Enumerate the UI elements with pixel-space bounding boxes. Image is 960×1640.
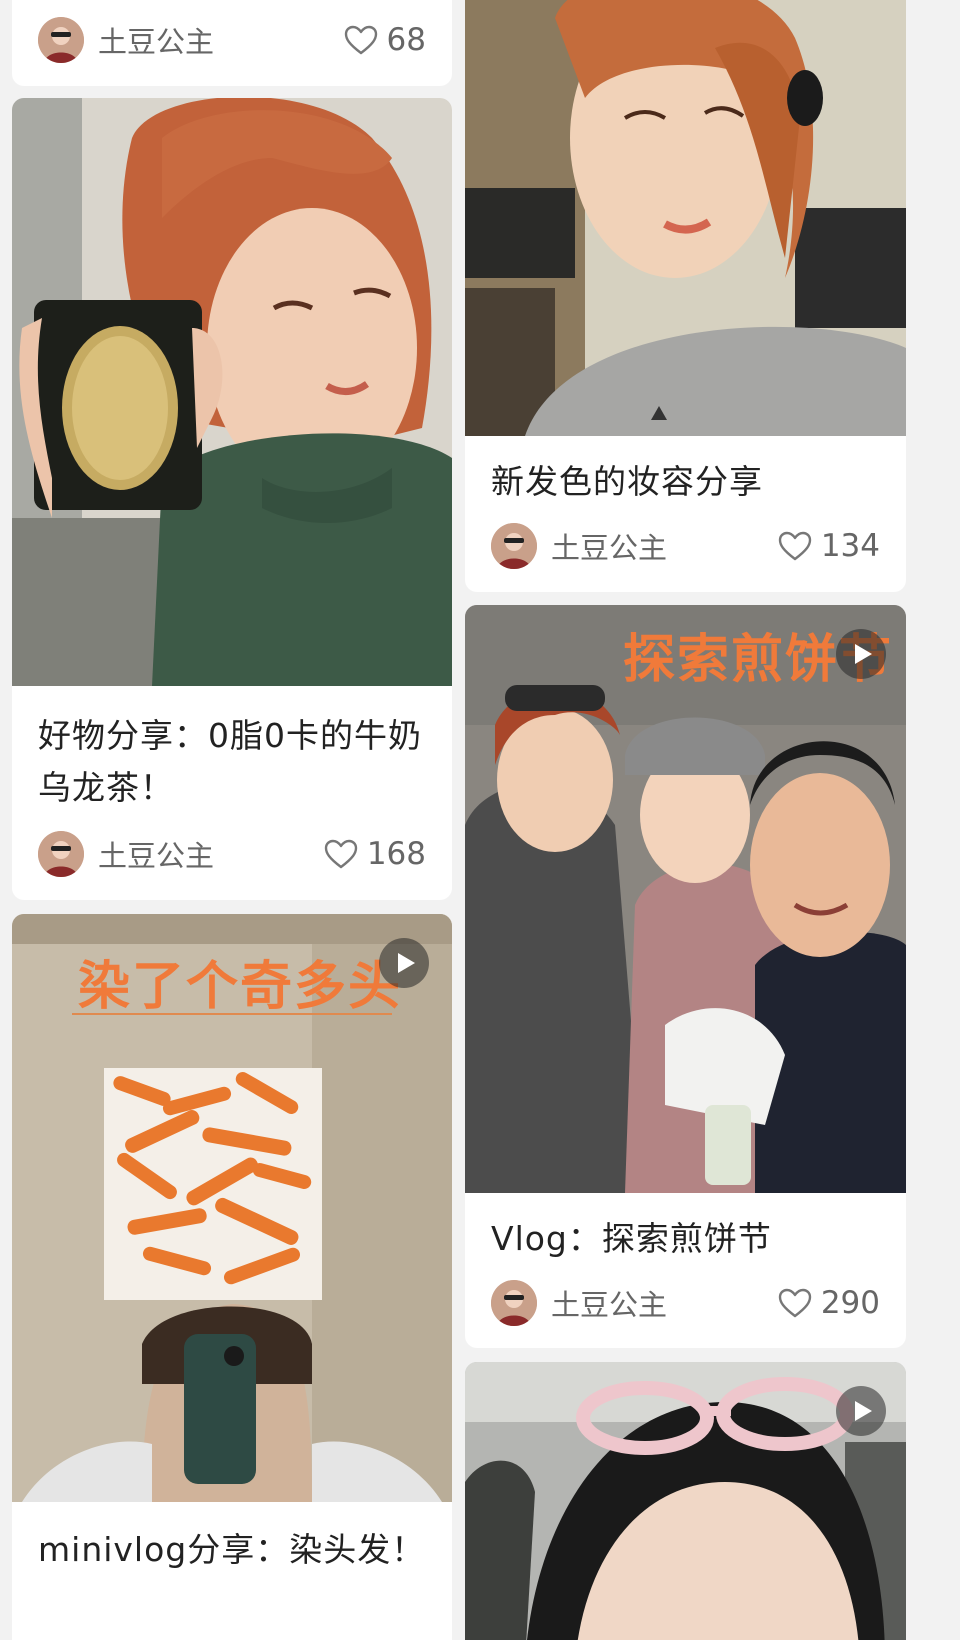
author-avatar[interactable] <box>38 831 84 877</box>
like-button[interactable]: 290 <box>777 1285 880 1321</box>
post-title[interactable]: 新发色的妆容分享 <box>491 456 882 508</box>
waterfall-feed: 土豆公主 68 好物分享：0脂0卡的牛奶乌龙茶！ 土豆公主 168 染了个奇多头… <box>0 0 960 1640</box>
author-avatar[interactable] <box>38 17 84 63</box>
post-cover-image[interactable] <box>465 605 906 1193</box>
post-card[interactable]: 土豆公主 68 <box>12 0 452 86</box>
post-meta: 土豆公主 290 <box>491 1279 880 1327</box>
author-name[interactable]: 土豆公主 <box>98 833 323 875</box>
heart-outline-icon <box>323 838 359 870</box>
like-count: 134 <box>820 528 880 564</box>
author-avatar[interactable] <box>491 523 537 569</box>
like-count: 290 <box>820 1285 880 1321</box>
post-card[interactable] <box>465 1362 906 1640</box>
post-meta: 土豆公主 134 <box>491 522 880 570</box>
play-icon[interactable] <box>379 938 429 988</box>
cover-overlay-text: 染了个奇多头 <box>78 957 403 1017</box>
like-count: 168 <box>366 836 426 872</box>
like-button[interactable]: 68 <box>343 22 426 58</box>
post-title[interactable]: minivlog分享：染头发！ <box>38 1524 428 1576</box>
post-card[interactable]: 好物分享：0脂0卡的牛奶乌龙茶！ 土豆公主 168 <box>12 98 452 900</box>
author-name[interactable]: 土豆公主 <box>551 525 777 567</box>
post-title[interactable]: Vlog：探索煎饼节 <box>491 1213 882 1265</box>
post-card[interactable]: 染了个奇多头 minivlog分享：染头发！ <box>12 914 452 1640</box>
like-count: 68 <box>386 22 426 58</box>
post-card[interactable]: 新发色的妆容分享 土豆公主 134 <box>465 0 906 592</box>
heart-outline-icon <box>777 1287 813 1319</box>
post-title[interactable]: 好物分享：0脂0卡的牛奶乌龙茶！ <box>38 710 428 814</box>
post-cover-image[interactable] <box>465 0 906 436</box>
play-icon[interactable] <box>836 629 886 679</box>
post-meta: 土豆公主 168 <box>38 830 426 878</box>
author-name[interactable]: 土豆公主 <box>551 1282 777 1324</box>
author-avatar[interactable] <box>491 1280 537 1326</box>
post-card[interactable]: 探索煎饼节 Vlog：探索煎饼节 土豆公主 290 <box>465 605 906 1348</box>
heart-outline-icon <box>777 530 813 562</box>
author-name[interactable]: 土豆公主 <box>98 19 343 61</box>
heart-outline-icon <box>343 24 379 56</box>
post-cover-image[interactable] <box>12 98 452 686</box>
like-button[interactable]: 134 <box>777 528 880 564</box>
play-icon[interactable] <box>836 1386 886 1436</box>
post-meta: 土豆公主 68 <box>38 16 426 64</box>
like-button[interactable]: 168 <box>323 836 426 872</box>
